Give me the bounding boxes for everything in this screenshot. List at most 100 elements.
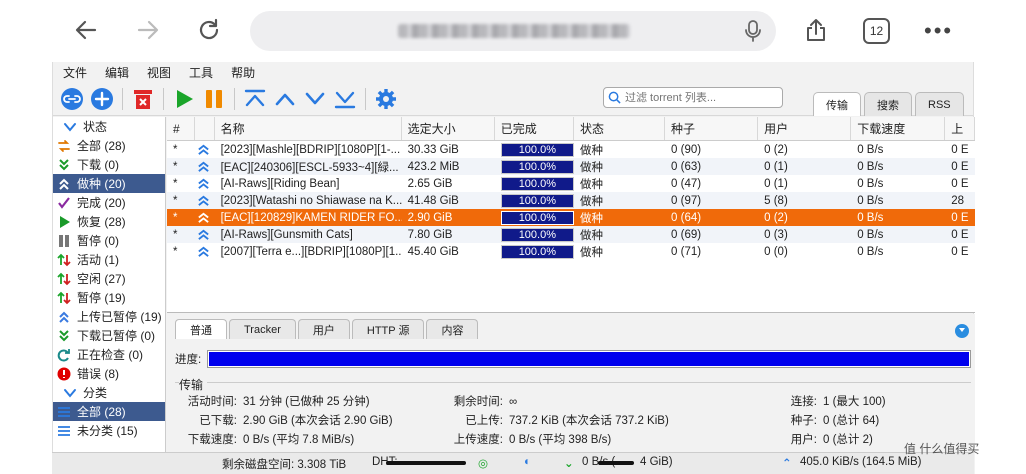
sidebar-status-item[interactable]: 下载已暂停 (0) bbox=[53, 326, 165, 345]
cell-status: 做种 bbox=[579, 161, 603, 174]
microphone-icon[interactable] bbox=[742, 19, 764, 43]
sidebar-item-label: 下载已暂停 (0) bbox=[77, 329, 156, 343]
transfer-field: 用户: 0 (总计 2) bbox=[735, 431, 873, 447]
sidebar-category-item[interactable]: 未分类 (15) bbox=[53, 421, 165, 440]
cell-down-speed: 0 B/s bbox=[857, 211, 884, 224]
connection-icon[interactable]: ◎ bbox=[478, 456, 488, 470]
category-section-header[interactable]: 分类 bbox=[53, 383, 165, 402]
move-down-button[interactable] bbox=[300, 84, 330, 114]
idle-arrows-icon bbox=[57, 272, 71, 286]
status-header-label: 状态 bbox=[83, 120, 108, 134]
menu-help[interactable]: 帮助 bbox=[231, 64, 255, 81]
col-header-icon[interactable] bbox=[195, 117, 215, 140]
col-header-down-speed[interactable]: 下载速度 bbox=[851, 117, 946, 140]
col-header-peers[interactable]: 用户 bbox=[758, 117, 852, 140]
col-header-name[interactable]: 名称 bbox=[215, 117, 402, 140]
cell-status: 做种 bbox=[579, 178, 603, 191]
tab-trackers[interactable]: Tracker bbox=[229, 319, 296, 339]
menu-view[interactable]: 视图 bbox=[147, 64, 171, 81]
move-top-button[interactable] bbox=[240, 84, 270, 114]
sidebar-status-item[interactable]: 错误 (8) bbox=[53, 364, 165, 383]
tab-content[interactable]: 内容 bbox=[426, 319, 479, 339]
table-row[interactable]: * [2007][Terra e...][BDRIP][1080P][1... 45… bbox=[167, 243, 975, 260]
cell-peers: 0 (1) bbox=[764, 160, 788, 173]
progress-cell-bar: 100.0% bbox=[500, 159, 574, 174]
sidebar-status-item[interactable]: 下载 (0) bbox=[53, 155, 165, 174]
sidebar-status-item[interactable]: 恢复 (28) bbox=[53, 212, 165, 231]
back-button[interactable] bbox=[70, 14, 102, 46]
cell-up-speed: 0 E bbox=[951, 143, 969, 156]
status-section-header[interactable]: 状态 bbox=[53, 117, 165, 136]
sidebar-status-item[interactable]: 暂停 (0) bbox=[53, 231, 165, 250]
sidebar-status-item[interactable]: 全部 (28) bbox=[53, 136, 165, 155]
sidebar-status-item[interactable]: 暂停 (19) bbox=[53, 288, 165, 307]
reload-button[interactable] bbox=[193, 14, 225, 46]
cell-up-speed: 0 E bbox=[951, 160, 969, 173]
cell-down-speed: 0 B/s bbox=[857, 245, 884, 258]
more-menu-icon[interactable]: ••• bbox=[924, 20, 953, 42]
cell-seeds: 0 (97) bbox=[671, 194, 702, 207]
table-row[interactable]: * [EAC][240306][ESCL-5933~4][緑... 423.2 Mi… bbox=[167, 158, 975, 175]
resume-button[interactable] bbox=[169, 84, 199, 114]
tab-rss[interactable]: RSS bbox=[915, 92, 964, 116]
col-header-num[interactable]: # bbox=[167, 117, 195, 140]
menu-edit[interactable]: 编辑 bbox=[105, 64, 129, 81]
col-header-up-speed[interactable]: 上 bbox=[945, 117, 975, 140]
cell-peers: 0 (3) bbox=[764, 228, 788, 241]
cell-status: 做种 bbox=[579, 212, 603, 225]
filter-box[interactable] bbox=[603, 87, 783, 108]
cell-up-speed: 0 E bbox=[951, 228, 969, 241]
col-header-progress[interactable]: 已完成 bbox=[495, 117, 574, 140]
col-header-seeds[interactable]: 种子 bbox=[665, 117, 759, 140]
table-row[interactable]: * [AI-Raws][Riding Bean] 2.65 GiB 100.0% 做种 0… bbox=[167, 175, 975, 192]
speed-limit-icon[interactable]: ◐ bbox=[524, 456, 531, 468]
all-arrows-icon bbox=[57, 139, 71, 153]
cell-num: * bbox=[173, 245, 178, 258]
browser-toolbar: 12 ••• bbox=[0, 0, 1026, 62]
pause-icon bbox=[206, 89, 222, 108]
share-button[interactable] bbox=[800, 14, 832, 46]
cell-status: 做种 bbox=[579, 246, 603, 259]
table-row[interactable]: * [AI-Raws][Gunsmith Cats] 7.80 GiB 100.0% 做… bbox=[167, 226, 975, 243]
cell-peers: 5 (8) bbox=[764, 194, 788, 207]
table-row[interactable]: * [2023][Mashle][BDRIP][1080P][1-... 30.33… bbox=[167, 141, 975, 158]
tab-peers[interactable]: 用户 bbox=[297, 319, 350, 339]
sidebar-status-item[interactable]: 正在检查 (0) bbox=[53, 345, 165, 364]
options-button[interactable] bbox=[371, 84, 401, 114]
forward-button[interactable] bbox=[132, 14, 164, 46]
play-icon bbox=[177, 89, 193, 108]
sidebar-status-item[interactable]: 做种 (20) bbox=[53, 174, 165, 193]
tab-search[interactable]: 搜索 bbox=[864, 92, 912, 116]
menu-tools[interactable]: 工具 bbox=[189, 64, 213, 81]
cell-num: * bbox=[173, 143, 178, 156]
move-bottom-button[interactable] bbox=[330, 84, 360, 114]
sidebar-status-item[interactable]: 上传已暂停 (19) bbox=[53, 307, 165, 326]
move-up-button[interactable] bbox=[270, 84, 300, 114]
filter-input[interactable] bbox=[625, 91, 765, 104]
collapse-panel-icon[interactable] bbox=[955, 324, 969, 338]
stalled-arrows-icon bbox=[57, 291, 71, 305]
address-bar[interactable] bbox=[250, 11, 776, 51]
delete-button[interactable] bbox=[128, 84, 158, 114]
col-header-status[interactable]: 状态 bbox=[574, 117, 666, 140]
table-row[interactable]: * [EAC][120829]KAMEN RIDER FO... 2.90 GiB 1… bbox=[167, 209, 975, 226]
chevron-up-icon bbox=[275, 93, 295, 105]
forward-arrow-icon bbox=[137, 20, 159, 40]
sidebar-status-item[interactable]: 空闲 (27) bbox=[53, 269, 165, 288]
col-header-size[interactable]: 选定大小 bbox=[402, 117, 495, 140]
add-link-button[interactable] bbox=[57, 84, 87, 114]
sidebar-status-item[interactable]: 活动 (1) bbox=[53, 250, 165, 269]
trash-icon bbox=[134, 89, 152, 109]
tabs-count-button[interactable]: 12 bbox=[863, 18, 890, 44]
sidebar-item-label: 错误 (8) bbox=[77, 367, 120, 381]
add-torrent-button[interactable] bbox=[87, 84, 117, 114]
tab-general[interactable]: 普通 bbox=[175, 319, 227, 339]
sidebar-status-item[interactable]: 完成 (20) bbox=[53, 193, 165, 212]
tab-http-sources[interactable]: HTTP 源 bbox=[351, 319, 425, 339]
menu-file[interactable]: 文件 bbox=[63, 64, 87, 81]
pause-button[interactable] bbox=[199, 84, 229, 114]
tab-transfers[interactable]: 传输 bbox=[813, 92, 861, 116]
table-row[interactable]: * [2023][Watashi no Shiawase na K... 41.48… bbox=[167, 192, 975, 209]
sidebar-item-label: 全部 (28) bbox=[77, 139, 126, 153]
sidebar-category-item[interactable]: 全部 (28) bbox=[53, 402, 165, 421]
